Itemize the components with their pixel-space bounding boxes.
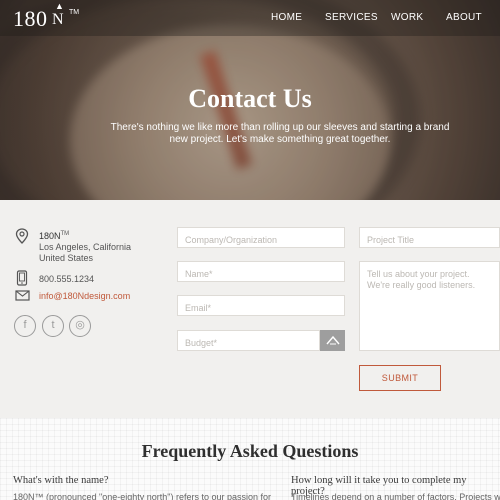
twitter-icon[interactable]: t bbox=[42, 315, 64, 337]
phone-icon bbox=[16, 270, 28, 286]
company-trademark: TM bbox=[60, 231, 70, 237]
email-field[interactable] bbox=[177, 295, 345, 316]
logo-compass-mark[interactable]: ▲ N bbox=[52, 1, 70, 28]
logo-trademark: TM bbox=[69, 9, 80, 16]
project-title-field[interactable] bbox=[359, 227, 500, 248]
faq-title: Frequently Asked Questions bbox=[141, 441, 359, 461]
project-description-textarea[interactable] bbox=[367, 269, 492, 329]
budget-field[interactable] bbox=[177, 330, 320, 351]
north-arrow-icon: ▲ bbox=[55, 1, 64, 11]
logo-mark-letter: N bbox=[52, 11, 64, 28]
facebook-icon[interactable]: f bbox=[14, 315, 36, 337]
address-country: United States bbox=[39, 253, 94, 263]
hero-subtitle: There's nothing we like more than rollin… bbox=[110, 122, 450, 145]
email-icon bbox=[15, 290, 30, 301]
submit-button[interactable]: SUBMIT bbox=[359, 365, 441, 391]
budget-input[interactable] bbox=[185, 338, 312, 348]
site-logo[interactable]: 180 bbox=[13, 6, 48, 32]
instagram-icon[interactable]: ◎ bbox=[69, 315, 91, 337]
name-field[interactable] bbox=[177, 261, 345, 282]
nav-about[interactable]: ABOUT bbox=[446, 12, 482, 23]
project-description-field[interactable] bbox=[359, 261, 500, 351]
company-input[interactable] bbox=[185, 235, 337, 245]
company-address: 180NTM Los Angeles, California United St… bbox=[39, 229, 131, 264]
faq-answer: Timelines depend on a number of factors.… bbox=[291, 492, 500, 500]
nav-services[interactable]: SERVICES bbox=[325, 12, 378, 23]
email-input[interactable] bbox=[185, 303, 337, 313]
budget-toggle-icon bbox=[325, 335, 340, 345]
phone-number[interactable]: 800.555.1234 bbox=[39, 274, 94, 285]
email-link[interactable]: info@180Ndesign.com bbox=[39, 291, 130, 301]
hero-banner: 180 ▲ N TM HOME SERVICES WORK ABOUT Cont… bbox=[0, 0, 500, 200]
company-field[interactable] bbox=[177, 227, 345, 248]
address-city: Los Angeles, California bbox=[39, 242, 132, 252]
budget-dropdown-button[interactable] bbox=[320, 330, 345, 351]
company-name: 180N bbox=[39, 231, 61, 241]
faq-question[interactable]: What's with the name? bbox=[13, 475, 108, 486]
faq-answer: 180N™ (pronounced "one-eighty north") re… bbox=[13, 492, 272, 500]
nav-work[interactable]: WORK bbox=[391, 12, 423, 23]
project-title-input[interactable] bbox=[367, 235, 492, 245]
name-input[interactable] bbox=[185, 269, 337, 279]
nav-home[interactable]: HOME bbox=[271, 12, 302, 23]
page-title: Contact Us bbox=[188, 84, 312, 113]
location-pin-icon bbox=[15, 228, 29, 244]
top-navigation-bar bbox=[0, 0, 500, 36]
